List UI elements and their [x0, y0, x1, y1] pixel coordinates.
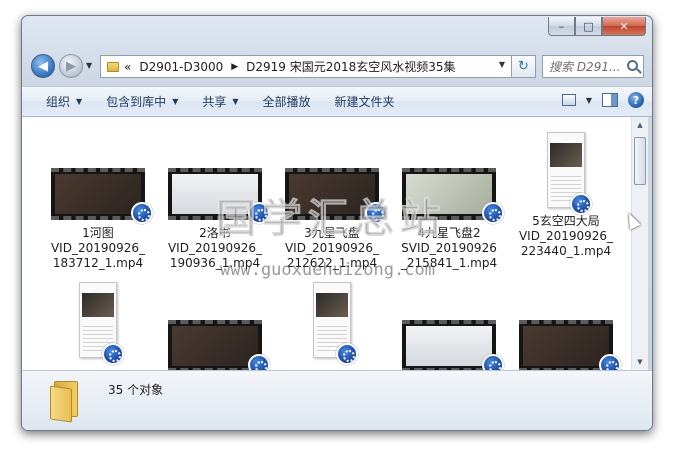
address-dropdown-icon[interactable]: ▼ [499, 60, 505, 69]
toolbar-label: 全部播放 [262, 95, 311, 109]
navigation-bar: ◀ ▶ ▼ « D2901-D3000 ▶ D2919 宋国元2018玄空风水视… [22, 46, 652, 86]
video-thumbnail [79, 282, 124, 365]
file-item[interactable]: 5玄空四大局 VID_20190926_ 223440_1.mp4 [510, 132, 622, 259]
share-menu[interactable]: 共享 ▼ [190, 93, 250, 110]
caption-buttons: – □ ✕ [548, 17, 646, 36]
view-options-caret-icon[interactable]: ▼ [586, 96, 592, 105]
organize-menu[interactable]: 组织 ▼ [22, 93, 94, 110]
explorer-window: – □ ✕ ◀ ▶ ▼ « D2901-D3000 ▶ D2919 宋国元201… [21, 15, 653, 431]
file-item[interactable] [510, 320, 622, 370]
close-button[interactable]: ✕ [602, 17, 646, 36]
media-player-icon [570, 193, 592, 215]
file-item[interactable] [393, 320, 505, 370]
address-overflow[interactable]: « [124, 60, 131, 74]
forward-arrow-icon: ▶ [66, 58, 76, 74]
video-thumbnail [51, 168, 153, 224]
maximize-button[interactable]: □ [575, 17, 602, 36]
breadcrumb-segment-current[interactable]: D2919 宋国元2018玄空风水视频35集 [246, 58, 455, 75]
video-thumbnail [519, 320, 621, 370]
video-thumbnail [547, 132, 592, 215]
toolbar-label: 新建文件夹 [334, 95, 395, 109]
toolbar-label: 组织 [46, 95, 71, 109]
help-icon[interactable]: ? [628, 92, 644, 108]
media-player-icon [482, 202, 504, 224]
file-item[interactable]: 1河图 VID_20190926_ 183712_1.mp4 [42, 168, 154, 271]
toolbar-label: 包含到库中 [106, 95, 167, 109]
address-bar[interactable]: « D2901-D3000 ▶ D2919 宋国元2018玄空风水视频35集 ▼ [100, 55, 512, 78]
video-thumbnail [402, 320, 504, 370]
refresh-button[interactable]: ↻ [512, 55, 536, 78]
caret-down-icon: ▼ [172, 97, 179, 106]
caret-down-icon: ▼ [232, 97, 239, 106]
back-arrow-icon: ◀ [38, 58, 48, 74]
file-name: 5玄空四大局 VID_20190926_ 223440_1.mp4 [518, 214, 614, 258]
media-player-icon [482, 354, 504, 370]
recent-pages-dropdown[interactable]: ▼ [86, 61, 92, 70]
scroll-up-icon[interactable]: ▲ [632, 117, 648, 133]
media-player-icon [102, 343, 124, 365]
folder-large-icon [50, 381, 80, 423]
watermark-text: 国学汇总站 [216, 196, 446, 243]
media-player-icon [248, 354, 270, 370]
caret-down-icon: ▼ [76, 97, 83, 106]
toolbar-right-controls: ▼ ? [561, 92, 644, 108]
media-player-icon [131, 202, 153, 224]
vertical-scrollbar[interactable]: ▲ ▼ [631, 117, 648, 370]
include-in-library-menu[interactable]: 包含到库中 ▼ [94, 93, 190, 110]
media-player-icon [336, 343, 358, 365]
media-player-icon [599, 354, 621, 370]
preview-pane-icon[interactable] [602, 93, 618, 107]
file-item[interactable] [159, 320, 271, 370]
file-item[interactable] [276, 282, 388, 365]
change-view-icon[interactable] [561, 94, 576, 106]
scroll-down-icon[interactable]: ▼ [632, 354, 648, 370]
forward-button[interactable]: ▶ [59, 54, 83, 78]
item-count: 35 个对象 [108, 383, 164, 397]
back-button[interactable]: ◀ [31, 54, 55, 78]
video-thumbnail [168, 320, 270, 370]
breadcrumb-separator-icon[interactable]: ▶ [231, 62, 238, 72]
scrollbar-thumb[interactable] [634, 137, 646, 185]
command-toolbar: 组织 ▼ 包含到库中 ▼ 共享 ▼ 全部播放 新建文件夹 ▼ ? [22, 86, 652, 117]
file-name: 1河图 VID_20190926_ 183712_1.mp4 [50, 226, 146, 270]
search-placeholder: 搜索 D291... [549, 60, 621, 74]
refresh-icon: ↻ [518, 59, 529, 74]
minimize-button[interactable]: – [548, 17, 575, 36]
toolbar-label: 共享 [202, 95, 227, 109]
search-input[interactable]: 搜索 D291... [542, 55, 644, 78]
new-folder-button[interactable]: 新建文件夹 [323, 93, 407, 110]
file-item[interactable] [42, 282, 154, 365]
breadcrumb-segment[interactable]: D2901-D3000 [139, 60, 223, 74]
folder-icon [107, 61, 119, 72]
search-icon [627, 60, 638, 71]
video-thumbnail [313, 282, 358, 365]
watermark-url: www.guoxuehuizong.com [220, 260, 435, 280]
play-all-button[interactable]: 全部播放 [251, 93, 323, 110]
details-pane: 35 个对象 [22, 370, 652, 430]
